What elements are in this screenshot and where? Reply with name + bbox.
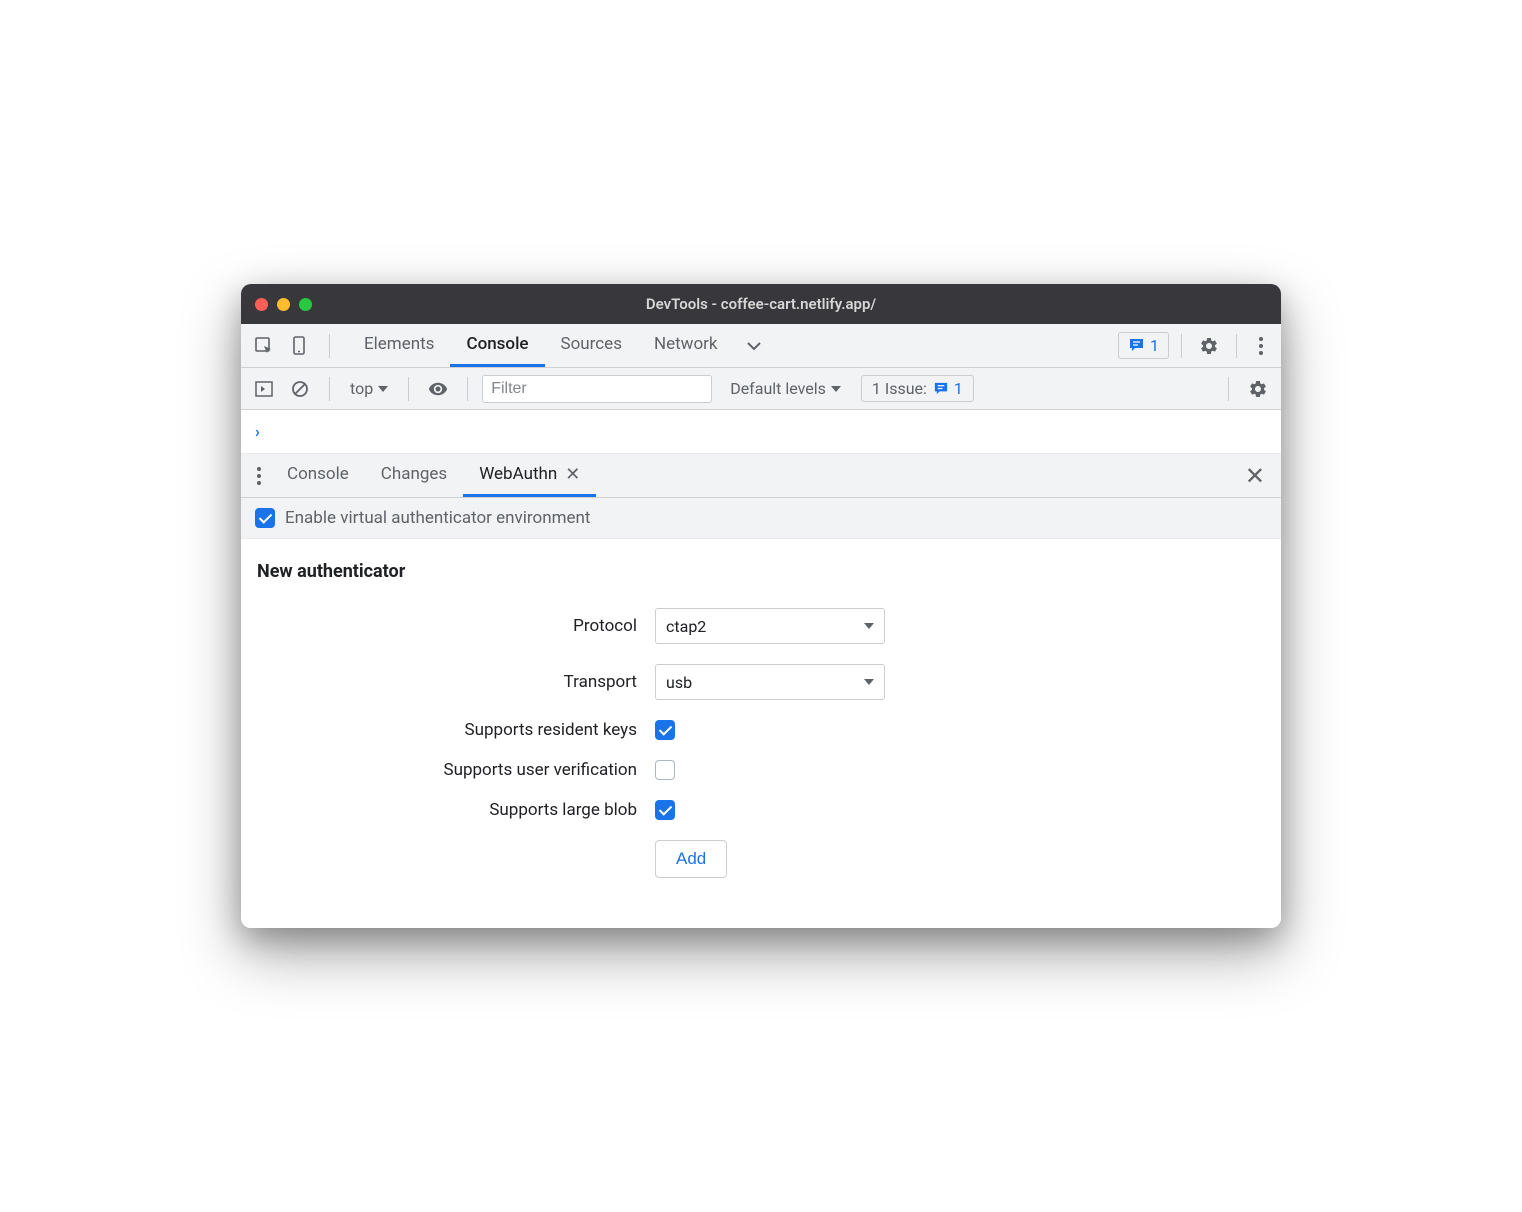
drawer-more-icon[interactable]	[247, 467, 271, 485]
prompt-chevron-icon: ›	[255, 422, 260, 441]
protocol-value: ctap2	[666, 617, 706, 636]
issues-label: 1 Issue:	[872, 379, 927, 398]
user-verification-checkbox[interactable]	[655, 760, 675, 780]
caret-down-icon	[378, 386, 388, 392]
filter-input[interactable]	[482, 375, 712, 403]
titlebar: DevTools - coffee-cart.netlify.app/	[241, 284, 1281, 324]
resident-keys-label: Supports resident keys	[257, 720, 637, 740]
levels-selector[interactable]: Default levels	[730, 379, 841, 398]
context-value: top	[350, 379, 373, 398]
tab-elements[interactable]: Elements	[348, 324, 450, 367]
caret-down-icon	[864, 679, 874, 685]
console-toolbar: top Default levels 1 Issue: 1	[241, 368, 1281, 410]
protocol-label: Protocol	[257, 616, 637, 636]
devtools-window: DevTools - coffee-cart.netlify.app/ Elem…	[241, 284, 1281, 928]
drawer-tab-console[interactable]: Console	[271, 454, 365, 497]
live-expression-icon[interactable]	[423, 374, 453, 404]
close-tab-icon[interactable]: ✕	[565, 464, 580, 485]
protocol-row: Protocol ctap2	[257, 608, 1265, 644]
drawer-tab-changes[interactable]: Changes	[365, 454, 463, 497]
toggle-sidebar-icon[interactable]	[249, 374, 279, 404]
main-tabs: Elements Console Sources Network	[348, 324, 774, 367]
large-blob-checkbox[interactable]	[655, 800, 675, 820]
issue-count: 1	[1150, 336, 1159, 355]
message-icon	[933, 381, 949, 397]
traffic-lights	[255, 298, 312, 311]
enable-virtual-auth-label: Enable virtual authenticator environment	[285, 508, 590, 528]
transport-label: Transport	[257, 672, 637, 692]
tab-network[interactable]: Network	[638, 324, 734, 367]
transport-value: usb	[666, 673, 692, 692]
context-selector[interactable]: top	[344, 379, 394, 398]
new-authenticator-title: New authenticator	[257, 561, 1265, 582]
settings-icon[interactable]	[1194, 331, 1224, 361]
device-toolbar-icon[interactable]	[285, 331, 315, 361]
more-options-icon[interactable]	[1249, 337, 1273, 355]
tab-sources[interactable]: Sources	[545, 324, 638, 367]
user-verification-label: Supports user verification	[257, 760, 637, 780]
resident-keys-checkbox[interactable]	[655, 720, 675, 740]
resident-keys-row: Supports resident keys	[257, 720, 1265, 740]
transport-select[interactable]: usb	[655, 664, 885, 700]
drawer-tab-webauthn-label: WebAuthn	[479, 464, 557, 484]
message-icon	[1128, 337, 1145, 354]
tab-console[interactable]: Console	[450, 324, 544, 367]
more-tabs-button[interactable]	[734, 340, 774, 352]
window-title: DevTools - coffee-cart.netlify.app/	[241, 295, 1281, 313]
user-verification-row: Supports user verification	[257, 760, 1265, 780]
transport-row: Transport usb	[257, 664, 1265, 700]
caret-down-icon	[831, 386, 841, 392]
webauthn-panel: New authenticator Protocol ctap2 Transpo…	[241, 539, 1281, 928]
issue-badge[interactable]: 1	[1118, 332, 1169, 359]
drawer-close-icon[interactable]: ✕	[1235, 462, 1275, 490]
caret-down-icon	[864, 623, 874, 629]
drawer-tabs: Console Changes WebAuthn ✕ ✕	[241, 454, 1281, 498]
close-window-button[interactable]	[255, 298, 268, 311]
protocol-select[interactable]: ctap2	[655, 608, 885, 644]
levels-label: Default levels	[730, 379, 826, 398]
maximize-window-button[interactable]	[299, 298, 312, 311]
console-prompt[interactable]: ›	[241, 410, 1281, 454]
issues-box[interactable]: 1 Issue: 1	[861, 375, 974, 402]
add-button-row: Add	[257, 840, 1265, 878]
drawer-tab-webauthn[interactable]: WebAuthn ✕	[463, 454, 596, 497]
console-settings-icon[interactable]	[1243, 374, 1273, 404]
clear-console-icon[interactable]	[285, 374, 315, 404]
minimize-window-button[interactable]	[277, 298, 290, 311]
enable-virtual-auth-checkbox[interactable]	[255, 508, 275, 528]
large-blob-label: Supports large blob	[257, 800, 637, 820]
enable-virtual-auth-row: Enable virtual authenticator environment	[241, 498, 1281, 539]
large-blob-row: Supports large blob	[257, 800, 1265, 820]
issues-count: 1	[954, 379, 963, 398]
main-toolbar: Elements Console Sources Network 1	[241, 324, 1281, 368]
inspect-element-icon[interactable]	[249, 331, 279, 361]
add-button[interactable]: Add	[655, 840, 727, 878]
